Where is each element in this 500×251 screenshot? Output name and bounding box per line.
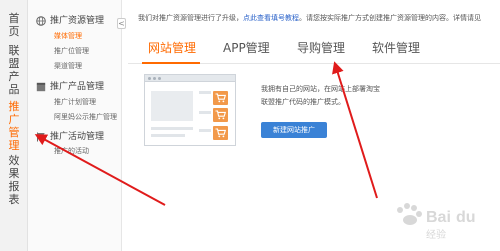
sidebar-item-media[interactable]: 媒体管理 (54, 32, 82, 41)
nav-char: 产 (8, 70, 20, 83)
nav-item-home[interactable]: 首 页 (0, 12, 28, 38)
nav-char: 联 (8, 44, 20, 57)
sidebar-item-public-promotion[interactable]: 阿里妈公示推广管理 (54, 113, 117, 122)
tutorial-link[interactable]: 点此查看填号教程 (243, 14, 299, 22)
nav-char: 表 (8, 193, 20, 206)
section-title: 推广产品管理 (50, 82, 105, 92)
nav-char: 广 (8, 113, 20, 126)
primary-nav: 首 页 联 盟 产 品 推 广 管 理 效 果 报 表 (0, 0, 28, 251)
nav-char: 效 (8, 154, 20, 167)
text-line-placeholder (199, 129, 211, 132)
section-product-management[interactable]: 推广产品管理 (36, 80, 122, 94)
nav-char: 盟 (8, 57, 20, 70)
tab-bar: 网站管理 APP管理 导购管理 软件管理 (128, 34, 500, 64)
description-line: 联盟推广代码的推广模式。 (261, 98, 345, 106)
notice-text: 我们对推广资源管理进行了升级， (138, 14, 243, 22)
watermark-logo: Bai du 经验 (397, 203, 476, 241)
box-icon (36, 82, 46, 92)
window-dot (158, 77, 161, 80)
nav-item-effect-reports[interactable]: 效 果 报 表 (0, 154, 28, 206)
text-line-placeholder (151, 127, 193, 130)
sidebar-item-channels[interactable]: 渠道管理 (54, 62, 82, 71)
secondary-sidebar: 推广资源管理 媒体管理 推广位管理 渠道管理 推广产品管理 推广计划管理 阿里妈… (28, 0, 122, 251)
nav-char: 果 (8, 167, 20, 180)
section-title: 推广活动管理 (50, 132, 105, 142)
new-website-promotion-button[interactable]: 新建网站推广 (261, 122, 327, 138)
nav-char: 品 (8, 83, 20, 96)
sidebar-item-activities[interactable]: 推广的活动 (54, 147, 89, 156)
window-dot (148, 77, 151, 80)
svg-text:经验: 经验 (426, 228, 446, 241)
text-line-placeholder (199, 91, 211, 94)
website-illustration (144, 74, 236, 146)
website-promotion-description: 我拥有自己的网站，在网站上部署淘宝 联盟推广代码的推广模式。 (261, 83, 380, 109)
collapse-sidebar-button[interactable]: < (117, 18, 126, 29)
upgrade-notice: 我们对推广资源管理进行了升级，点此查看填号教程。请您按实际推广方式创建推广资源管… (138, 14, 498, 23)
section-title: 推广资源管理 (50, 16, 105, 26)
sidebar-item-ad-slots[interactable]: 推广位管理 (54, 47, 89, 56)
shopping-cart-icon (213, 126, 228, 140)
sidebar-item-plans[interactable]: 推广计划管理 (54, 98, 96, 107)
flag-icon (37, 132, 45, 142)
shopping-cart-icon (213, 91, 228, 105)
text-line-placeholder (199, 111, 211, 114)
svg-text:du: du (456, 209, 476, 226)
nav-char: 管 (8, 126, 20, 139)
nav-char: 页 (8, 25, 20, 38)
section-resource-management[interactable]: 推广资源管理 (36, 14, 122, 28)
active-tab-indicator (142, 62, 200, 64)
globe-icon (36, 16, 46, 26)
image-placeholder (151, 91, 193, 121)
nav-item-promotion-management[interactable]: 推 广 管 理 (0, 100, 28, 152)
section-activity-management[interactable]: 推广活动管理 (36, 130, 122, 144)
nav-char: 推 (8, 100, 20, 113)
tab-app-management[interactable]: APP管理 (223, 40, 270, 56)
nav-char: 报 (8, 180, 20, 193)
description-line: 我拥有自己的网站，在网站上部署淘宝 (261, 85, 380, 93)
nav-item-alliance-products[interactable]: 联 盟 产 品 (0, 44, 28, 96)
browser-bar (145, 75, 235, 82)
tab-software-management[interactable]: 软件管理 (372, 40, 420, 56)
nav-char: 首 (8, 12, 20, 25)
tab-website-management[interactable]: 网站管理 (148, 40, 196, 56)
svg-text:Bai: Bai (426, 209, 451, 226)
window-dot (153, 77, 156, 80)
shopping-cart-icon (213, 108, 228, 122)
text-line-placeholder (151, 134, 185, 137)
nav-char: 理 (8, 139, 20, 152)
notice-text: 。请您按实际推广方式创建推广资源管理的内容。详情请见 (299, 14, 481, 22)
tab-shopping-guide-management[interactable]: 导购管理 (297, 40, 345, 56)
